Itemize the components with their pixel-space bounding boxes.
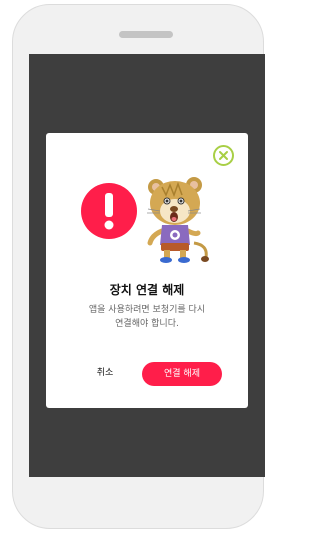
cancel-button[interactable]: 취소 — [86, 365, 124, 381]
dialog-title: 장치 연결 해제 — [109, 283, 185, 297]
close-icon — [218, 146, 229, 165]
close-button[interactable] — [213, 145, 234, 166]
dialog-message: 앱을 사용하려면 보청기를 다시 연결해야 합니다. — [88, 305, 206, 329]
disconnect-dialog: 장치 연결 해제 앱을 사용하려면 보청기를 다시 연결해야 합니다. 취소 연… — [46, 133, 248, 408]
phone-speaker — [119, 31, 173, 38]
lion-mascot-illustration — [142, 173, 214, 265]
disconnect-button[interactable]: 연결 해제 — [142, 362, 222, 386]
exclamation-warning-icon — [80, 182, 138, 240]
phone-bottom-bezel — [12, 477, 264, 529]
